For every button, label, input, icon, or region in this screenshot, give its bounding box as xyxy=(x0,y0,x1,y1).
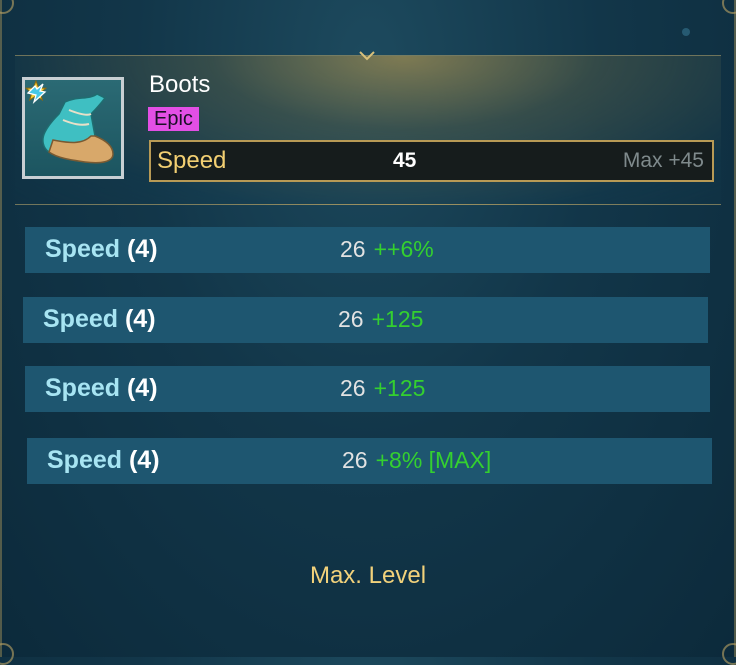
corner-ornament-icon xyxy=(0,0,14,14)
corner-ornament-icon xyxy=(722,643,736,665)
main-stat-max: Max +45 xyxy=(622,149,704,172)
rarity-badge: Epic xyxy=(148,107,199,131)
speed-set-icon xyxy=(26,83,47,105)
substat-bonus: +125 xyxy=(373,375,426,401)
substat-rolls: (4) xyxy=(124,305,156,333)
substat-value: 26 xyxy=(340,236,366,262)
substat-name: Speed xyxy=(43,305,119,333)
corner-ornament-icon xyxy=(722,0,736,14)
substat-row: Speed (4) 26 ++6% xyxy=(25,227,710,273)
substat-row: Speed (4) 26 +125 xyxy=(25,366,710,412)
main-stat-value: 45 xyxy=(393,149,417,172)
substat-value: 26 xyxy=(340,375,366,401)
substat-row: Speed (4) 26 +125 xyxy=(23,297,708,343)
substat-bonus: +125 xyxy=(371,306,424,332)
substat-rolls: (4) xyxy=(126,374,158,402)
corner-ornament-icon xyxy=(0,643,14,665)
main-stat-name: Speed xyxy=(157,147,227,174)
substat-name: Speed xyxy=(45,374,121,402)
chevron-down-icon xyxy=(359,51,375,61)
main-stat-bar: Speed 45 Max +45 xyxy=(149,140,714,182)
item-name: Boots xyxy=(149,71,211,98)
substat-rolls: (4) xyxy=(126,235,158,263)
substat-value: 26 xyxy=(342,447,368,473)
substat-value: 26 xyxy=(338,306,364,332)
substat-name: Speed xyxy=(45,235,121,263)
decorative-dot xyxy=(682,28,690,36)
substat-name: Speed xyxy=(47,446,123,474)
substat-bonus: ++6% xyxy=(373,236,434,262)
substat-row: Speed (4) 26 +8% [MAX] xyxy=(27,438,712,484)
max-level-status: Max. Level xyxy=(309,562,427,589)
substat-bonus: +8% [MAX] xyxy=(375,447,492,473)
substat-rolls: (4) xyxy=(128,446,160,474)
item-icon-frame[interactable] xyxy=(22,77,124,179)
